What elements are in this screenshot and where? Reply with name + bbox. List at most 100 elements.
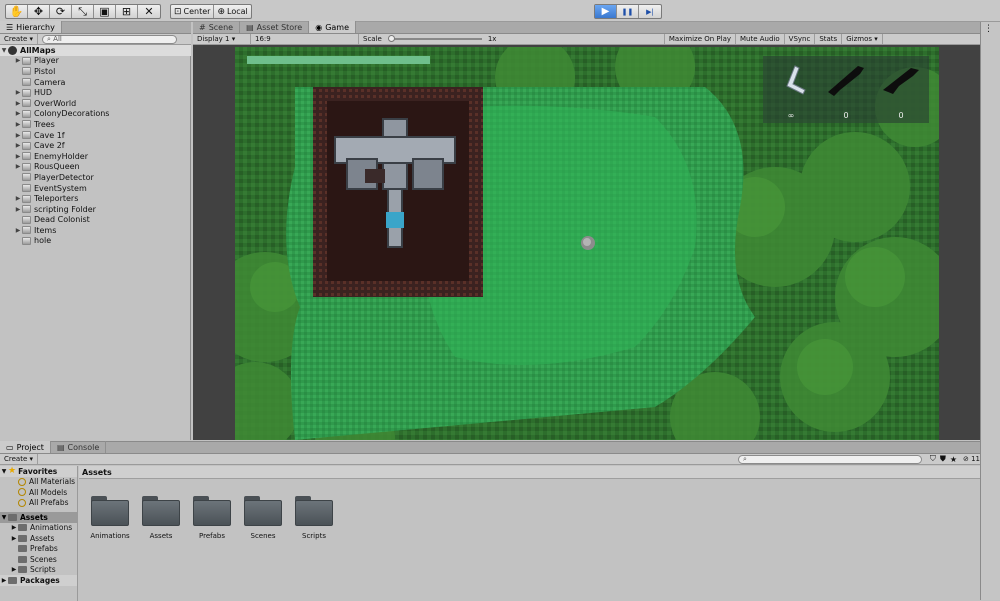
expand-arrow-icon[interactable]: ▶ <box>10 524 18 531</box>
hierarchy-item[interactable]: ▶ Items <box>0 225 191 236</box>
expand-arrow-icon[interactable]: ▼ <box>0 468 8 475</box>
folder-icon <box>18 545 27 553</box>
expand-arrow-icon[interactable]: ▶ <box>14 100 22 107</box>
expand-arrow-icon[interactable]: ▶ <box>14 206 22 213</box>
slider-thumb[interactable] <box>387 35 395 42</box>
step-button[interactable]: ▶| <box>639 5 661 18</box>
rotate-tool-icon[interactable]: ⟳ <box>50 5 72 18</box>
breadcrumb[interactable]: Assets <box>79 466 980 479</box>
scene-root-row[interactable]: ▼ AllMaps <box>0 45 191 56</box>
mute-audio-toggle[interactable]: Mute Audio <box>736 34 785 44</box>
tab-asset-store[interactable]: ▤ Asset Store <box>240 21 310 33</box>
project-create-button[interactable]: Create ▾ <box>0 454 39 464</box>
play-button[interactable]: ▶ <box>595 5 617 18</box>
tab-console[interactable]: ▤ Console <box>51 441 107 453</box>
favorites-header[interactable]: ▼ ★ Favorites <box>0 466 77 477</box>
rect-tool-icon[interactable]: ▣ <box>94 5 116 18</box>
hierarchy-item[interactable]: ▶ Trees <box>0 119 191 130</box>
favorite-star-icon[interactable]: ★ <box>950 455 957 464</box>
hierarchy-item[interactable]: Dead Colonist <box>0 215 191 226</box>
asset-tree-item[interactable]: ▶ Scripts <box>0 565 77 576</box>
expand-arrow-icon[interactable]: ▶ <box>14 227 22 234</box>
hierarchy-item[interactable]: ▶ EnemyHolder <box>0 151 191 162</box>
scale-tool-icon[interactable]: ⤡ <box>72 5 94 18</box>
hierarchy-item[interactable]: ▶ HUD <box>0 87 191 98</box>
expand-arrow-icon[interactable]: ▼ <box>0 514 8 521</box>
hierarchy-item[interactable]: PlayerDetector <box>0 172 191 183</box>
weapon-slot-shotgun[interactable]: 0 <box>820 56 872 123</box>
hierarchy-item[interactable]: ▶ Teleporters <box>0 193 191 204</box>
hierarchy-item[interactable]: EventSystem <box>0 183 191 194</box>
stats-toggle[interactable]: Stats <box>815 34 843 44</box>
expand-arrow-icon[interactable]: ▶ <box>14 110 22 117</box>
hierarchy-item[interactable]: ▶ ColonyDecorations <box>0 109 191 120</box>
hierarchy-item[interactable]: ▶ scripting Folder <box>0 204 191 215</box>
tab-hierarchy[interactable]: ☰ Hierarchy <box>0 21 62 33</box>
maximize-on-play-toggle[interactable]: Maximize On Play <box>663 34 736 44</box>
gameobject-icon <box>22 194 31 203</box>
expand-arrow-icon[interactable]: ▶ <box>14 121 22 128</box>
expand-arrow-icon[interactable]: ▶ <box>14 142 22 149</box>
game-canvas[interactable]: ∞ 0 0 <box>235 47 939 440</box>
favorite-item[interactable]: All Models <box>0 487 77 498</box>
pivot-center-button[interactable]: ⊡ Center <box>171 5 215 18</box>
tab-project[interactable]: ▭ Project <box>0 441 51 453</box>
hierarchy-create-button[interactable]: Create ▾ <box>0 34 39 44</box>
expand-arrow-icon[interactable]: ▶ <box>14 153 22 160</box>
panel-menu-icon[interactable]: ⋮ <box>984 24 993 34</box>
transform-tool-icon[interactable]: ⊞ <box>116 5 138 18</box>
space-local-button[interactable]: ⊕ Local <box>214 5 250 18</box>
expand-arrow-icon[interactable]: ▶ <box>14 132 22 139</box>
hierarchy-item[interactable]: ▶ Cave 1f <box>0 130 191 141</box>
tab-scene[interactable]: # Scene <box>193 21 241 33</box>
filter-type-icon[interactable]: ⛉ <box>930 454 936 464</box>
asset-folder[interactable]: Prefabs <box>186 496 238 540</box>
asset-folder[interactable]: Scenes <box>237 496 289 540</box>
expand-arrow-icon[interactable]: ▶ <box>14 57 22 64</box>
asset-tree-item[interactable]: ▶ Assets <box>0 533 77 544</box>
asset-tree-item[interactable]: ▶ Animations <box>0 523 77 534</box>
expand-arrow-icon[interactable]: ▶ <box>14 89 22 96</box>
assets-header[interactable]: ▼ Assets <box>0 512 77 523</box>
hierarchy-item[interactable]: ▶ Cave 2f <box>0 140 191 151</box>
expand-arrow-icon[interactable]: ▶ <box>0 577 8 584</box>
transform-tools: ✋ ✥ ⟳ ⤡ ▣ ⊞ ✕ <box>5 4 161 19</box>
hierarchy-search-input[interactable]: ⌕ All <box>42 34 178 44</box>
vsync-toggle[interactable]: VSync <box>785 34 816 44</box>
folder-icon <box>8 576 17 584</box>
favorite-item[interactable]: All Materials <box>0 477 77 488</box>
scale-slider[interactable] <box>386 34 484 44</box>
asset-tree-item[interactable]: Prefabs <box>0 544 77 555</box>
hierarchy-item[interactable]: ▶ OverWorld <box>0 98 191 109</box>
custom-tool-icon[interactable]: ✕ <box>138 5 160 18</box>
hierarchy-item[interactable]: Pistol <box>0 66 191 77</box>
hierarchy-item[interactable]: hole <box>0 236 191 247</box>
weapon-slot-boomerang[interactable]: ∞ <box>765 56 817 123</box>
gizmos-dropdown[interactable]: Gizmos ▾ <box>842 34 883 44</box>
expand-arrow-icon[interactable]: ▶ <box>14 163 22 170</box>
aspect-dropdown[interactable]: 16:9 <box>251 34 359 44</box>
filter-label-icon[interactable]: ⛊ <box>940 454 946 464</box>
hierarchy-item[interactable]: ▶ RousQueen <box>0 162 191 173</box>
tab-game[interactable]: ◉ Game <box>309 21 357 33</box>
gameobject-icon <box>22 173 31 182</box>
asset-folder[interactable]: Animations <box>84 496 136 540</box>
expand-arrow-icon[interactable]: ▼ <box>0 47 8 54</box>
asset-tree-item[interactable]: Scenes <box>0 554 77 565</box>
project-search-input[interactable]: ⌕ <box>738 454 922 464</box>
favorite-item[interactable]: All Prefabs <box>0 498 77 509</box>
asset-folder[interactable]: Scripts <box>288 496 340 540</box>
asset-folder[interactable]: Assets <box>135 496 187 540</box>
move-tool-icon[interactable]: ✥ <box>28 5 50 18</box>
hand-tool-icon[interactable]: ✋ <box>6 5 28 18</box>
boomerang-icon <box>786 65 806 95</box>
hierarchy-item[interactable]: Camera <box>0 77 191 88</box>
pause-button[interactable]: ❚❚ <box>617 5 639 18</box>
display-dropdown[interactable]: Display 1 ▾ <box>193 34 251 44</box>
hierarchy-item[interactable]: ▶ Player <box>0 56 191 67</box>
expand-arrow-icon[interactable]: ▶ <box>10 566 18 573</box>
expand-arrow-icon[interactable]: ▶ <box>10 535 18 542</box>
packages-header[interactable]: ▶ Packages <box>0 575 77 586</box>
weapon-slot-rifle[interactable]: 0 <box>875 56 927 123</box>
expand-arrow-icon[interactable]: ▶ <box>14 195 22 202</box>
